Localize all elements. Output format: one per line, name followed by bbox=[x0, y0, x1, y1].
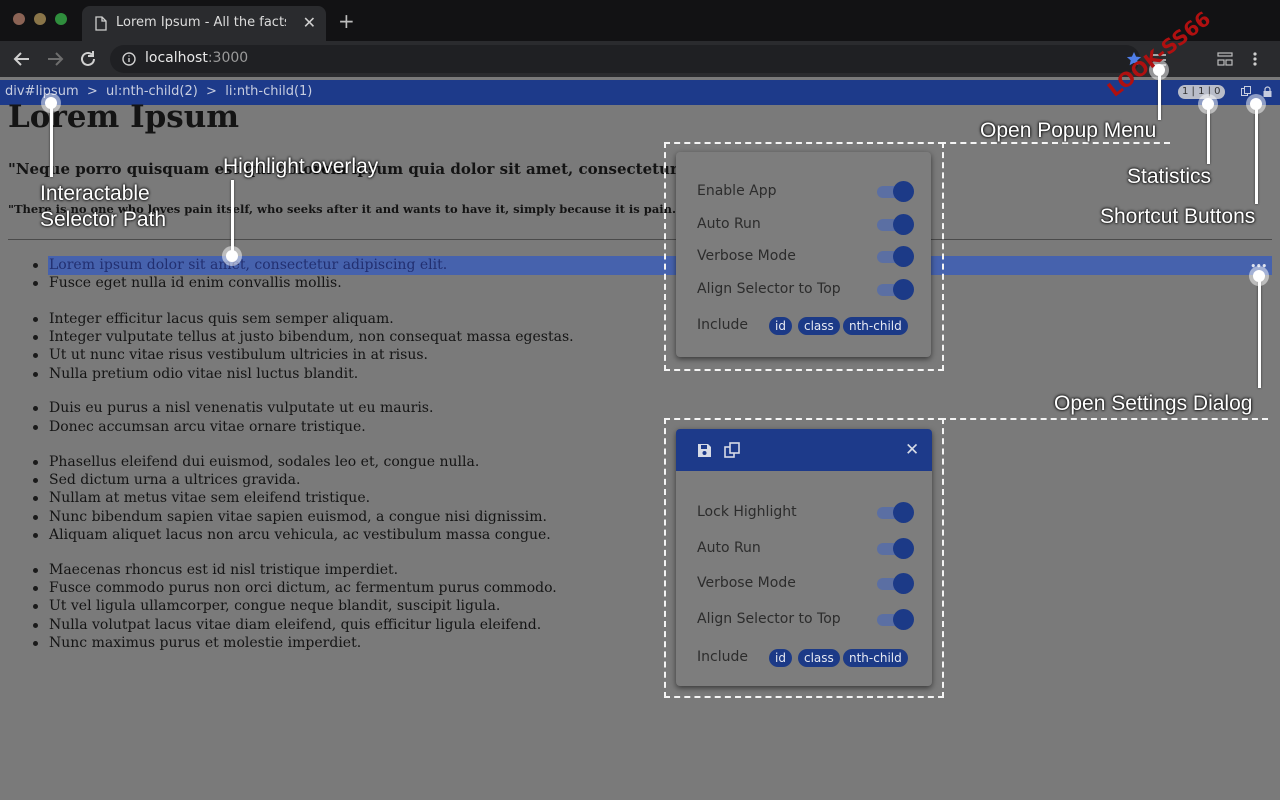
popup-menu: Enable App Auto Run Verbose Mode Align S… bbox=[676, 152, 931, 357]
list-item: Ut vel ligula ullamcorper, congue neque … bbox=[32, 598, 501, 614]
include-tags: id class nth-child bbox=[769, 649, 929, 667]
page-content: Lorem Ipsum "Neque porro quisquam est qu… bbox=[0, 99, 1280, 800]
verbose-mode-toggle[interactable] bbox=[875, 246, 914, 267]
highlight-callout: Highlight overlay bbox=[223, 155, 379, 178]
include-label: Include bbox=[697, 649, 748, 665]
list-item: Duis eu purus a nisl venenatis vulputate… bbox=[32, 400, 434, 416]
lock-highlight-toggle[interactable] bbox=[875, 502, 914, 523]
page-title: Lorem Ipsum bbox=[8, 99, 240, 135]
extension-icon[interactable] bbox=[1217, 52, 1233, 66]
callout-line bbox=[1158, 70, 1161, 120]
auto-run-toggle[interactable] bbox=[875, 214, 914, 235]
callout-marker bbox=[1250, 98, 1262, 110]
include-nth-child-tag[interactable]: nth-child bbox=[843, 317, 908, 335]
settings-dialog-header: ✕ bbox=[676, 429, 932, 471]
settings-connector bbox=[940, 418, 1268, 420]
browser-tab[interactable]: Lorem Ipsum - All the facts - L ✕ bbox=[82, 6, 326, 41]
include-nth-child-tag[interactable]: nth-child bbox=[843, 649, 908, 667]
selector-path-callout: Interactable bbox=[40, 182, 150, 205]
align-selector-toggle[interactable] bbox=[875, 279, 914, 300]
callout-marker bbox=[1202, 98, 1214, 110]
more-menu-icon[interactable] bbox=[1252, 51, 1258, 67]
list-item: Fusce commodo purus non orci dictum, ac … bbox=[33, 580, 557, 596]
include-tags: id class nth-child bbox=[769, 317, 929, 335]
copy-icon[interactable] bbox=[1241, 86, 1252, 97]
list-item: Nunc maximus purus et molestie imperdiet… bbox=[32, 635, 362, 651]
align-selector-label: Align Selector to Top bbox=[697, 281, 841, 297]
auto-run-toggle[interactable] bbox=[875, 538, 914, 559]
statistics-callout: Statistics bbox=[1127, 165, 1212, 188]
back-icon[interactable] bbox=[13, 50, 31, 68]
lock-highlight-label: Lock Highlight bbox=[697, 504, 797, 520]
minimize-window-button[interactable] bbox=[34, 13, 46, 25]
settings-dialog: ✕ Lock Highlight Auto Run Verbose Mode A… bbox=[676, 429, 932, 686]
list-item: Sed dictum urna a ultrices gravida. bbox=[32, 472, 301, 488]
list-item: Nulla volutpat lacus vitae diam eleifend… bbox=[32, 617, 542, 633]
forward-icon[interactable] bbox=[46, 50, 64, 68]
enable-app-toggle[interactable] bbox=[875, 181, 914, 202]
close-window-button[interactable] bbox=[13, 13, 25, 25]
popup-menu-callout: Open Popup Menu bbox=[980, 119, 1157, 142]
include-class-tag[interactable]: class bbox=[798, 649, 840, 667]
list-item: Nunc bibendum sapien vitae sapien euismo… bbox=[33, 509, 547, 525]
include-id-tag[interactable]: id bbox=[769, 649, 792, 667]
statistics-badge: 1 | 1 | 0 bbox=[1178, 85, 1225, 99]
include-class-tag[interactable]: class bbox=[798, 317, 840, 335]
align-selector-label: Align Selector to Top bbox=[697, 611, 841, 627]
lock-icon[interactable] bbox=[1262, 86, 1273, 97]
list-item: Nullam at metus vitae sem eleifend trist… bbox=[32, 490, 371, 506]
list-item: Ut ut nunc vitae risus vestibulum ultric… bbox=[33, 347, 428, 363]
callout-line bbox=[1255, 104, 1258, 204]
list-item: Donec accumsan arcu vitae ornare tristiq… bbox=[33, 419, 366, 435]
navigation-bar: localhost:3000 bbox=[0, 41, 1280, 77]
align-selector-toggle[interactable] bbox=[875, 609, 914, 630]
list-item: Integer vulputate tellus at justo bibend… bbox=[33, 329, 574, 345]
tab-bar: Lorem Ipsum - All the facts - L ✕ + bbox=[0, 0, 1280, 41]
callout-line bbox=[1258, 276, 1261, 388]
enable-app-label: Enable App bbox=[697, 183, 777, 199]
save-icon[interactable] bbox=[697, 443, 712, 458]
address-bar[interactable]: localhost:3000 bbox=[110, 45, 1140, 73]
url-text: localhost:3000 bbox=[145, 50, 248, 66]
close-icon[interactable]: ✕ bbox=[905, 440, 919, 460]
include-label: Include bbox=[697, 317, 748, 333]
document-icon bbox=[95, 16, 107, 31]
new-tab-button[interactable]: + bbox=[338, 9, 355, 33]
url-host: localhost bbox=[145, 50, 208, 66]
list-item: Phasellus eleifend dui euismod, sodales … bbox=[32, 454, 480, 470]
callout-line bbox=[1207, 104, 1210, 164]
settings-callout: Open Settings Dialog bbox=[1054, 392, 1253, 415]
list-item: Fusce eget nulla id enim convallis molli… bbox=[33, 275, 342, 291]
callout-marker bbox=[45, 97, 57, 109]
reload-icon[interactable] bbox=[79, 50, 97, 68]
shortcuts-callout: Shortcut Buttons bbox=[1100, 205, 1256, 228]
selector-path-callout-2: Selector Path bbox=[40, 208, 167, 231]
url-port: :3000 bbox=[207, 50, 249, 66]
callout-line bbox=[50, 103, 53, 177]
auto-run-label: Auto Run bbox=[697, 216, 761, 232]
callout-marker bbox=[1253, 270, 1265, 282]
callout-line bbox=[231, 180, 234, 256]
auto-run-label: Auto Run bbox=[697, 540, 761, 556]
callout-marker bbox=[226, 250, 238, 262]
verbose-mode-label: Verbose Mode bbox=[697, 248, 796, 264]
list-item: Maecenas rhoncus est id nisl tristique i… bbox=[32, 562, 399, 578]
maximize-window-button[interactable] bbox=[55, 13, 67, 25]
verbose-mode-toggle[interactable] bbox=[875, 573, 914, 594]
copy-icon[interactable] bbox=[724, 442, 741, 459]
tab-title: Lorem Ipsum - All the facts - L bbox=[116, 15, 286, 30]
list-item: Nulla pretium odio vitae nisl luctus bla… bbox=[32, 366, 359, 382]
list-item: Aliquam aliquet lacus non arcu vehicula,… bbox=[33, 527, 551, 543]
include-id-tag[interactable]: id bbox=[769, 317, 792, 335]
verbose-mode-label: Verbose Mode bbox=[697, 575, 796, 591]
info-icon[interactable] bbox=[122, 52, 136, 66]
close-tab-icon[interactable]: ✕ bbox=[303, 13, 316, 32]
divider bbox=[8, 239, 1272, 240]
list-item: Lorem ipsum dolor sit amet, consectetur … bbox=[32, 257, 448, 273]
list-item: Integer efficitur lacus quis sem semper … bbox=[33, 311, 394, 327]
